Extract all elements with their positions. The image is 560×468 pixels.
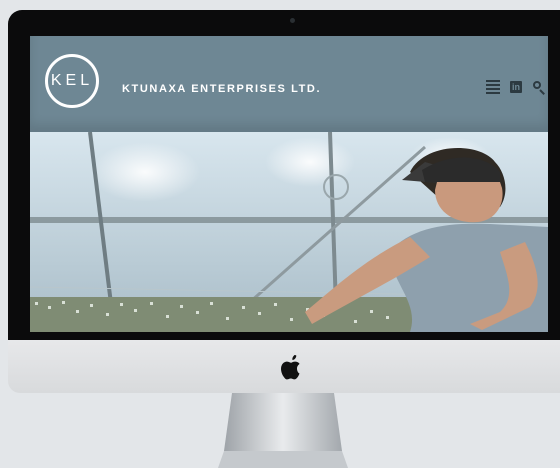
greenhouse-photo <box>30 132 548 332</box>
apple-logo <box>281 355 300 380</box>
site-header: KEL KTUNAXA ENTERPRISES LTD. in <box>30 36 548 132</box>
company-name[interactable]: KTUNAXA ENTERPRISES LTD. <box>122 83 321 95</box>
site-logo[interactable]: KEL <box>45 54 99 108</box>
website-screen: KEL KTUNAXA ENTERPRISES LTD. in <box>30 36 548 332</box>
monitor-stand <box>218 393 348 468</box>
menu-icon[interactable] <box>486 80 500 94</box>
monitor-frame: KEL KTUNAXA ENTERPRISES LTD. in <box>8 10 560 340</box>
monitor-chin <box>8 340 560 393</box>
search-icon[interactable] <box>532 80 546 95</box>
hero-image <box>30 132 548 332</box>
header-icons: in <box>486 80 546 95</box>
linkedin-icon[interactable]: in <box>510 81 522 93</box>
camera-dot <box>290 18 295 23</box>
